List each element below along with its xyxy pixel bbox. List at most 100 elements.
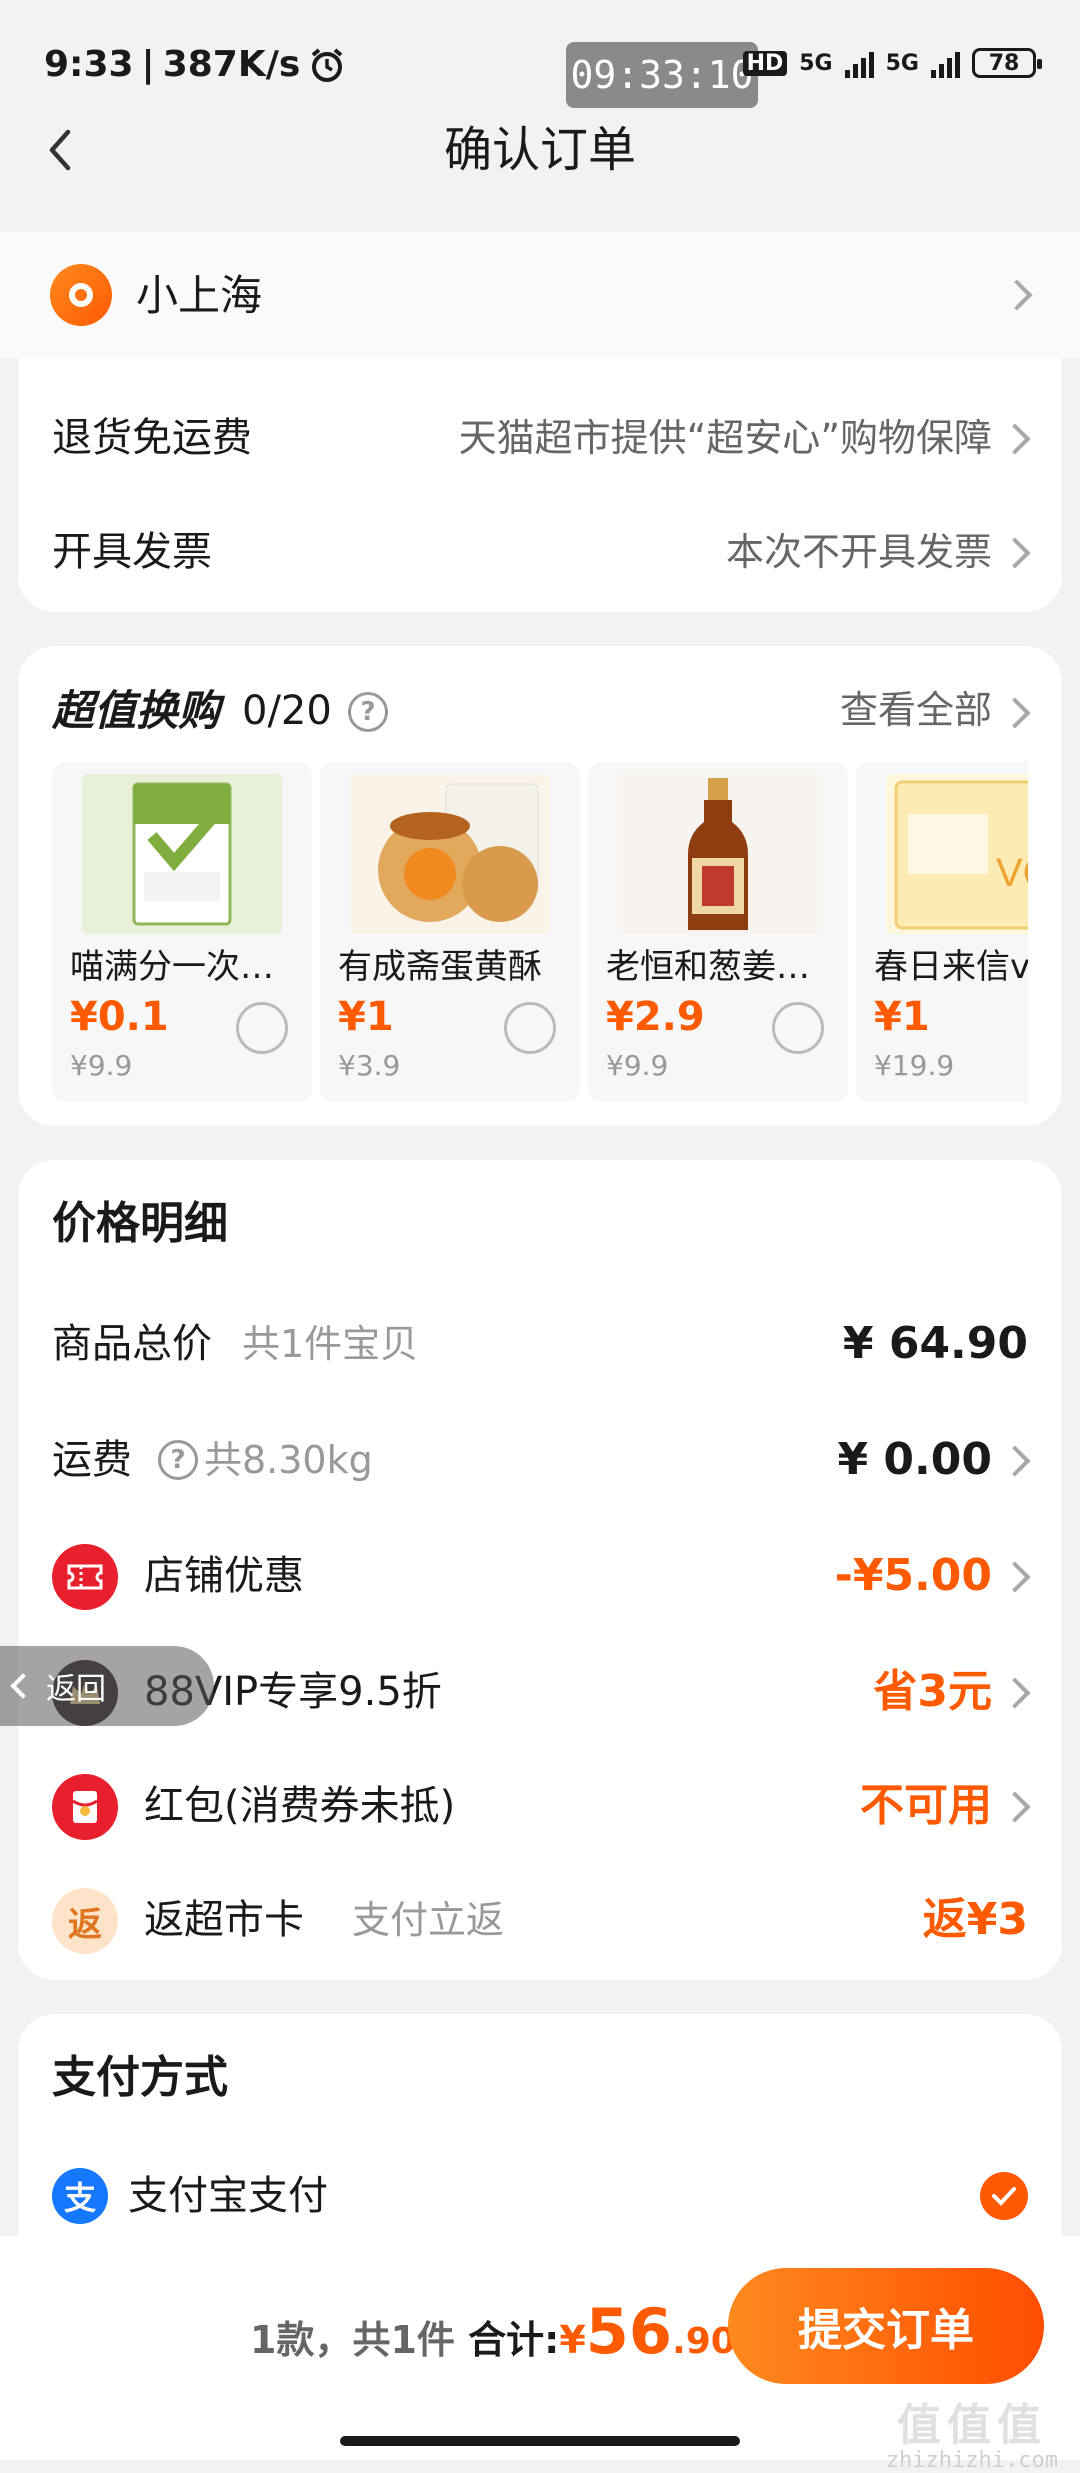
watermark-glyph: 值值值 [896,2400,1047,2451]
battery-level: 78 [988,50,1020,76]
deal-price: ¥1 [874,994,930,1040]
home-indicator[interactable] [340,2436,740,2446]
deal-name: 老恒和葱姜料酒 [606,947,838,987]
chevron-left-icon [49,129,71,171]
back-button[interactable] [28,118,92,182]
hd-badge: HD [742,50,788,76]
total-currency: ¥ [559,2318,586,2362]
deal-item[interactable]: 老恒和葱姜料酒 ¥2.9 ¥9.9 [588,762,848,1102]
shipping-label: 运费 [52,1437,132,1483]
chevron-right-icon [999,537,1031,569]
shipping-weight: 共8.30kg [204,1438,373,1482]
deal-image: VC [886,774,1028,934]
deal-image [350,774,550,934]
goods-total-label: 商品总价 [52,1321,212,1367]
status-bar: 9:33 | 387K/s 09:33:10 HD 5G 5G 78 [0,0,1080,120]
chevron-right-icon [999,1445,1031,1477]
page-title: 确认订单 [443,122,636,178]
address-row[interactable]: 小上海 [0,232,1080,358]
bottle-icon [688,778,748,930]
deal-original-price: ¥9.9 [606,1049,669,1082]
price-card: 价格明细 商品总价 共1件宝贝 ¥ 64.90 运费 ? 共8.30kg ¥ 0… [18,1160,1062,1980]
invoice-value: 本次不开具发票 [725,530,992,574]
red-packet-icon [52,1774,118,1840]
shop-discount-value: -¥5.00 [834,1550,992,1601]
price-title: 价格明细 [52,1198,228,1249]
deal-image [82,774,282,934]
return-value: 天猫超市提供“超安心”购物保障 [458,416,992,460]
cashback-label: 返超市卡 [144,1897,304,1943]
deals-card: 超值换购 0/20 ? 查看全部 喵满分一次性保鲜袋 ¥0.1 ¥9.9 [18,646,1062,1126]
red-packet-label: 红包(消费券未抵) [144,1783,456,1829]
cashback-sub: 支付立返 [352,1898,505,1942]
deal-select-radio[interactable] [504,1002,556,1054]
chevron-right-icon [1001,279,1033,311]
address-name: 小上海 [136,271,263,320]
chevron-right-icon [999,1677,1031,1709]
order-summary: 1款，共1件 合计:¥56.90 [250,2301,736,2372]
chevron-right-icon [999,1791,1031,1823]
return-label: 退货免运费 [52,415,252,461]
floating-back-label: 返回 [46,1672,106,1707]
total-label: 合计: [468,2318,560,2362]
battery-icon: 78 [972,48,1042,78]
pastry-icon [378,783,539,922]
signal-icon-2 [931,48,960,78]
red-packet-value: 不可用 [860,1780,992,1831]
payment-card: 支付方式 支 支付宝支付 [18,2014,1062,2274]
deal-item[interactable]: VC 春日来信vc ¥1 ¥19.9 [856,762,1028,1102]
help-icon[interactable]: ? [158,1440,198,1480]
screen-record-clock: 09:33:10 [566,42,758,108]
alipay-icon: 支 [52,2168,108,2224]
deal-name: 春日来信vc [874,947,1028,987]
network-type-2: 5G [885,50,919,76]
deals-scroller[interactable]: 喵满分一次性保鲜袋 ¥0.1 ¥9.9 有成斋蛋黄酥 ¥1 ¥3.9 [52,646,1028,1126]
deal-select-radio[interactable] [772,1002,824,1054]
deal-original-price: ¥9.9 [70,1049,133,1082]
watermark-domain: zhizhizhi.com [885,2448,1058,2473]
deal-price: ¥1 [338,994,394,1040]
cashback-icon-char: 返 [68,1904,102,1945]
deal-item[interactable]: 喵满分一次性保鲜袋 ¥0.1 ¥9.9 [52,762,312,1102]
network-type-1: 5G [799,50,833,76]
alipay-label: 支付宝支付 [128,2173,328,2219]
location-pin-icon [50,264,112,326]
shop-discount-label: 店铺优惠 [144,1553,304,1599]
shipping-value: ¥ 0.00 [837,1434,993,1485]
cashback-icon: 返 [52,1888,118,1954]
status-right: HD 5G 5G 78 [742,48,1042,78]
watermark: 值值值 zhizhizhi.com [886,2404,1058,2473]
vip-value: 省3元 [873,1666,992,1717]
chevron-right-icon [999,423,1031,455]
deal-name: 喵满分一次性保鲜袋 [70,947,302,987]
cashback-value: 返¥3 [922,1894,1028,1945]
deal-original-price: ¥19.9 [874,1049,955,1082]
deal-original-price: ¥3.9 [338,1049,401,1082]
goods-total-value: ¥ 64.90 [842,1318,1028,1369]
submit-order-button[interactable]: 提交订单 [728,2268,1044,2384]
deal-price: ¥0.1 [70,994,169,1040]
signal-icon [844,48,874,78]
alarm-icon [312,47,343,82]
bag-icon [132,782,232,926]
deal-select-radio[interactable] [236,1002,288,1054]
payment-title: 支付方式 [52,2052,228,2103]
floating-back-button[interactable]: 返回 [0,1646,214,1726]
vc-pack-icon: VC [894,780,1028,930]
network-speed: 387K/s [162,44,301,85]
deal-name: 有成斋蛋黄酥 [338,947,542,987]
total-integer: 56 [585,2295,673,2368]
bottom-bar: 1款，共1件 合计:¥56.90 提交订单 值值值 zhizhizhi.com [0,2236,1080,2473]
deal-image [618,774,818,934]
item-count: 1款，共1件 [250,2318,455,2362]
selected-check-icon[interactable] [980,2172,1028,2220]
svg-text:VC: VC [996,851,1028,895]
chevron-left-icon [10,1673,36,1699]
deal-price: ¥2.9 [606,994,705,1040]
deal-item[interactable]: 有成斋蛋黄酥 ¥1 ¥3.9 [320,762,580,1102]
service-card: 退货免运费 天猫超市提供“超安心”购物保障 开具发票 本次不开具发票 [18,358,1062,612]
status-left: 9:33 | 387K/s [44,44,346,85]
alipay-icon-char: 支 [63,2179,96,2217]
goods-total-sub: 共1件宝贝 [242,1322,419,1366]
total-decimal: .90 [672,2321,736,2362]
